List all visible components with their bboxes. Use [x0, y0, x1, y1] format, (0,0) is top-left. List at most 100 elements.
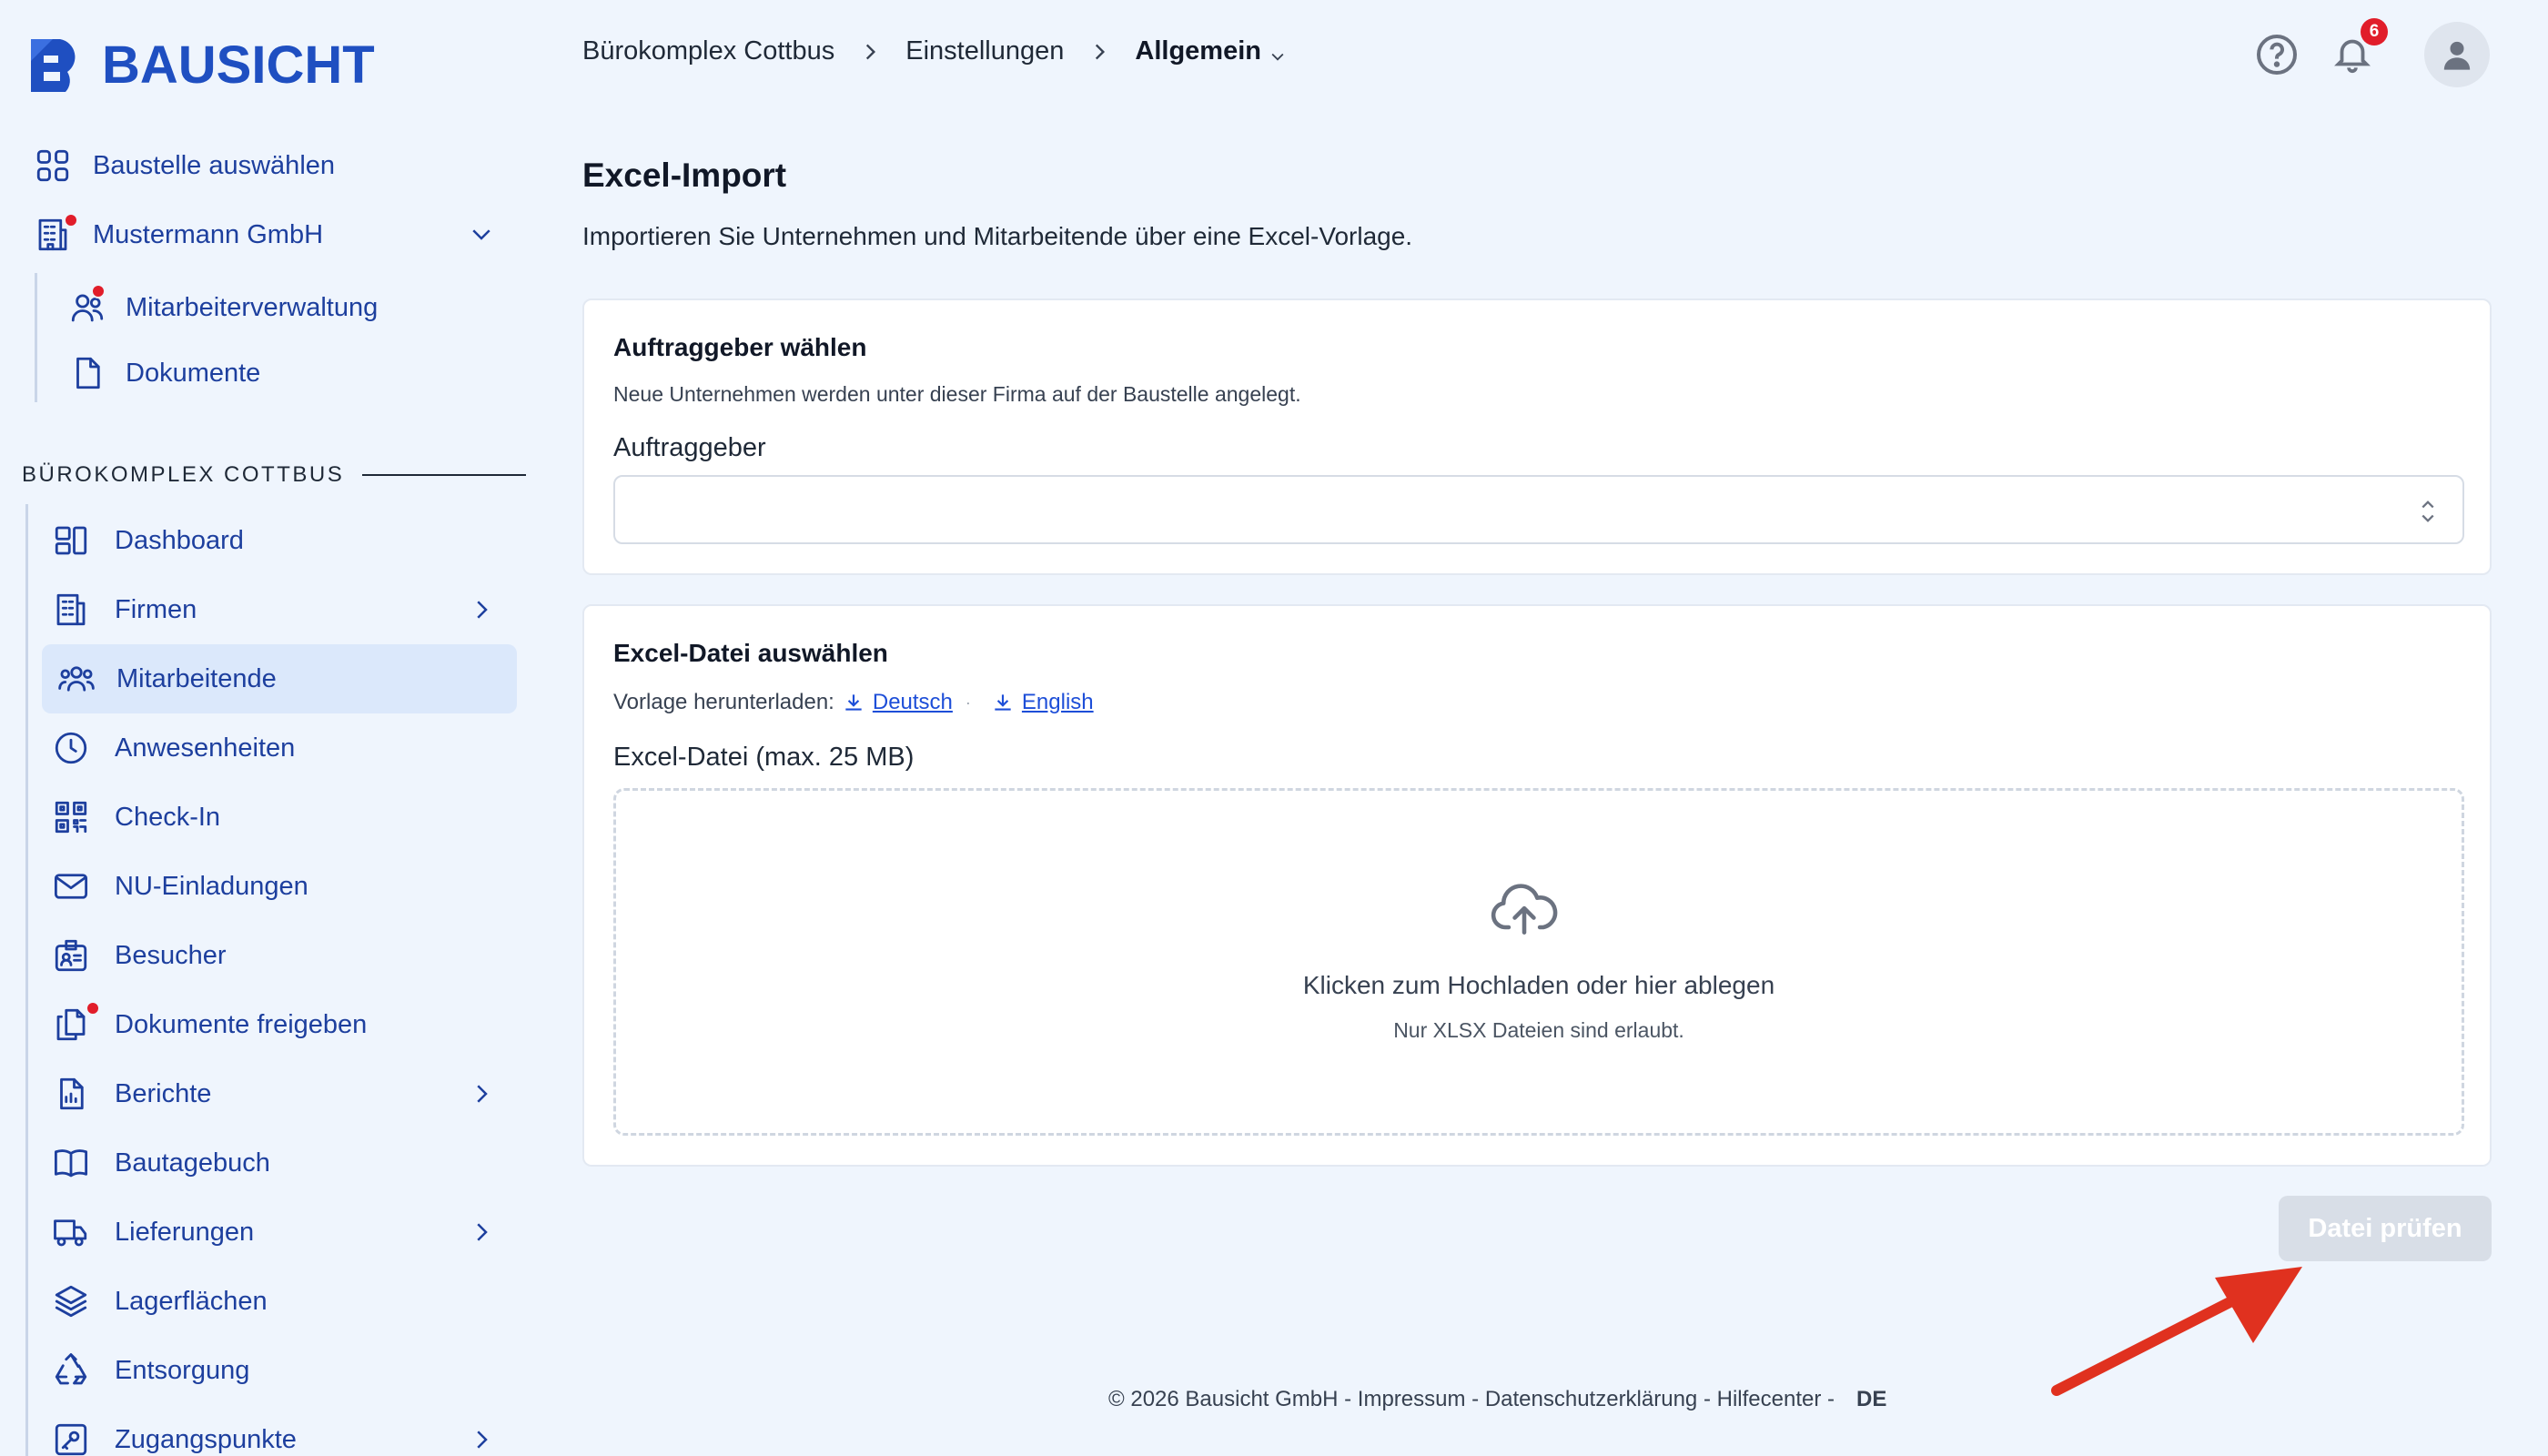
sidebar-item-storage-areas[interactable]: Lagerflächen: [51, 1281, 268, 1321]
documents-icon: [51, 1001, 100, 1045]
sidebar-item-employees[interactable]: Mitarbeitende: [56, 659, 277, 699]
footer: © 2026 Bausicht GmbH - Impressum - Daten…: [1108, 1387, 1886, 1412]
file-card: Excel-Datei auswählen Vorlage herunterla…: [582, 604, 2492, 1167]
footer-link-imprint[interactable]: Impressum: [1358, 1387, 1466, 1412]
footer-separator: -: [1821, 1387, 1835, 1411]
notification-dot: [86, 1001, 100, 1016]
sidebar-item-label: Besucher: [115, 940, 227, 970]
sidebar-item-label: Baustelle auswählen: [93, 150, 336, 180]
download-english-label: English: [1021, 690, 1094, 714]
sidebar-item-label: NU-Einladungen: [115, 871, 308, 901]
check-file-button[interactable]: Datei prüfen: [2279, 1196, 2492, 1261]
sidebar-item-visitors[interactable]: Besucher: [51, 935, 227, 976]
grid-icon: [33, 146, 73, 186]
chevron-right-icon[interactable]: [468, 1080, 495, 1107]
chevron-right-icon: [858, 40, 882, 64]
sidebar-item-label: Mitarbeitende: [116, 663, 277, 693]
select-arrows-icon: [2415, 497, 2441, 526]
truck-icon: [51, 1212, 91, 1252]
sidebar-item-release-documents[interactable]: Dokumente freigeben: [51, 1001, 368, 1045]
sidebar-item-disposal[interactable]: Entsorgung: [51, 1350, 249, 1390]
sidebar-item-employee-management[interactable]: Mitarbeiterverwaltung: [67, 284, 379, 328]
client-select[interactable]: [613, 475, 2464, 544]
breadcrumb-settings[interactable]: Einstellungen: [905, 36, 1064, 66]
report-icon: [51, 1074, 91, 1114]
sidebar: BAUSICHT Baustelle auswählen Mustermann …: [0, 0, 528, 1456]
id-badge-icon: [51, 935, 91, 976]
notification-dot: [64, 213, 78, 228]
sidebar-item-label: Anwesenheiten: [115, 733, 296, 763]
layers-icon: [51, 1281, 91, 1321]
dropzone-hint: Nur XLSX Dateien sind erlaubt.: [1393, 1018, 1684, 1042]
cloud-upload-icon: [1490, 882, 1559, 938]
breadcrumb-current[interactable]: Allgemein: [1135, 36, 1261, 66]
site-section-title: BÜROKOMPLEX COTTBUS: [22, 462, 527, 488]
chevron-right-icon[interactable]: [468, 1218, 495, 1246]
sidebar-item-access-points[interactable]: Zugangspunkte: [51, 1420, 495, 1456]
key-icon: [51, 1420, 91, 1456]
building-icon: [51, 590, 91, 630]
brand-logo[interactable]: BAUSICHT: [27, 35, 375, 96]
sidebar-item-attendance[interactable]: Anwesenheiten: [51, 728, 295, 768]
chevron-down-icon[interactable]: [1269, 43, 1287, 61]
link-separator: ·: [965, 693, 971, 712]
users-group-icon: [56, 659, 96, 699]
building-icon: [33, 213, 78, 255]
footer-link-help-center[interactable]: Hilfecenter: [1717, 1387, 1822, 1412]
dropzone-title: Klicken zum Hochladen oder hier ablegen: [1302, 971, 1775, 999]
bausicht-logo-icon: [31, 38, 76, 92]
sidebar-item-label: Berichte: [115, 1078, 212, 1108]
download-english-link[interactable]: English: [991, 690, 1094, 715]
sidebar-item-company[interactable]: Mustermann GmbH: [33, 213, 495, 255]
section-line: [25, 504, 28, 1456]
recycle-icon: [51, 1350, 91, 1390]
sidebar-item-label: Lagerflächen: [115, 1286, 268, 1316]
sidebar-item-label: Entsorgung: [115, 1355, 250, 1385]
users-icon: [67, 284, 107, 328]
dashboard-icon: [51, 521, 91, 561]
annotation-arrow-icon: [2051, 1267, 2302, 1396]
brand-name: BAUSICHT: [102, 35, 375, 95]
sidebar-item-reports[interactable]: Berichte: [51, 1074, 495, 1114]
page-title: Excel-Import: [582, 157, 787, 194]
sidebar-item-label: Mustermann GmbH: [93, 219, 324, 249]
sidebar-item-label: Mitarbeiterverwaltung: [126, 292, 379, 322]
notification-count-badge: 6: [2361, 18, 2388, 46]
download-icon: [995, 694, 1011, 711]
sidebar-item-label: Zugangspunkte: [115, 1424, 297, 1454]
sidebar-item-label: Dokumente: [126, 358, 261, 388]
download-german-label: Deutsch: [872, 690, 953, 714]
file-card-heading: Excel-Datei auswählen: [613, 639, 888, 667]
help-icon[interactable]: [2255, 33, 2299, 76]
footer-separator: -: [1465, 1387, 1485, 1411]
sidebar-item-sub-invitations[interactable]: NU-Einladungen: [51, 866, 308, 906]
chevron-right-icon[interactable]: [468, 596, 495, 623]
client-field-label: Auftraggeber: [613, 433, 766, 462]
book-icon: [51, 1143, 91, 1183]
language-switch[interactable]: DE: [1856, 1387, 1886, 1412]
sidebar-item-dashboard[interactable]: Dashboard: [51, 521, 244, 561]
chevron-down-icon[interactable]: [468, 220, 495, 248]
section-title-text: BÜROKOMPLEX COTTBUS: [22, 462, 345, 487]
footer-copyright: © 2026 Bausicht GmbH: [1108, 1387, 1339, 1411]
avatar[interactable]: [2424, 22, 2490, 87]
qr-code-icon: [51, 797, 91, 837]
sidebar-item-documents[interactable]: Dokumente: [67, 353, 260, 393]
sidebar-item-label: Dashboard: [115, 525, 244, 555]
file-field-label: Excel-Datei (max. 25 MB): [613, 743, 915, 772]
client-card-help: Neue Unternehmen werden unter dieser Fir…: [613, 382, 1301, 406]
footer-link-privacy[interactable]: Datenschutzerklärung: [1485, 1387, 1697, 1412]
sidebar-item-label: Check-In: [115, 802, 221, 832]
sidebar-item-deliveries[interactable]: Lieferungen: [51, 1212, 495, 1252]
sidebar-item-companies[interactable]: Firmen: [51, 590, 495, 630]
sidebar-item-check-in[interactable]: Check-In: [51, 797, 220, 837]
template-download-row: Vorlage herunterladen: Deutsch · English: [613, 690, 1094, 715]
sidebar-item-label: Dokumente freigeben: [115, 1009, 368, 1039]
download-german-link[interactable]: Deutsch: [842, 690, 953, 715]
sidebar-item-select-site[interactable]: Baustelle auswählen: [33, 146, 335, 186]
mail-icon: [51, 866, 91, 906]
sidebar-item-construction-diary[interactable]: Bautagebuch: [51, 1143, 270, 1183]
chevron-right-icon[interactable]: [468, 1426, 495, 1453]
file-dropzone[interactable]: Klicken zum Hochladen oder hier ablegen …: [613, 788, 2464, 1136]
breadcrumb-site[interactable]: Bürokomplex Cottbus: [582, 36, 834, 66]
